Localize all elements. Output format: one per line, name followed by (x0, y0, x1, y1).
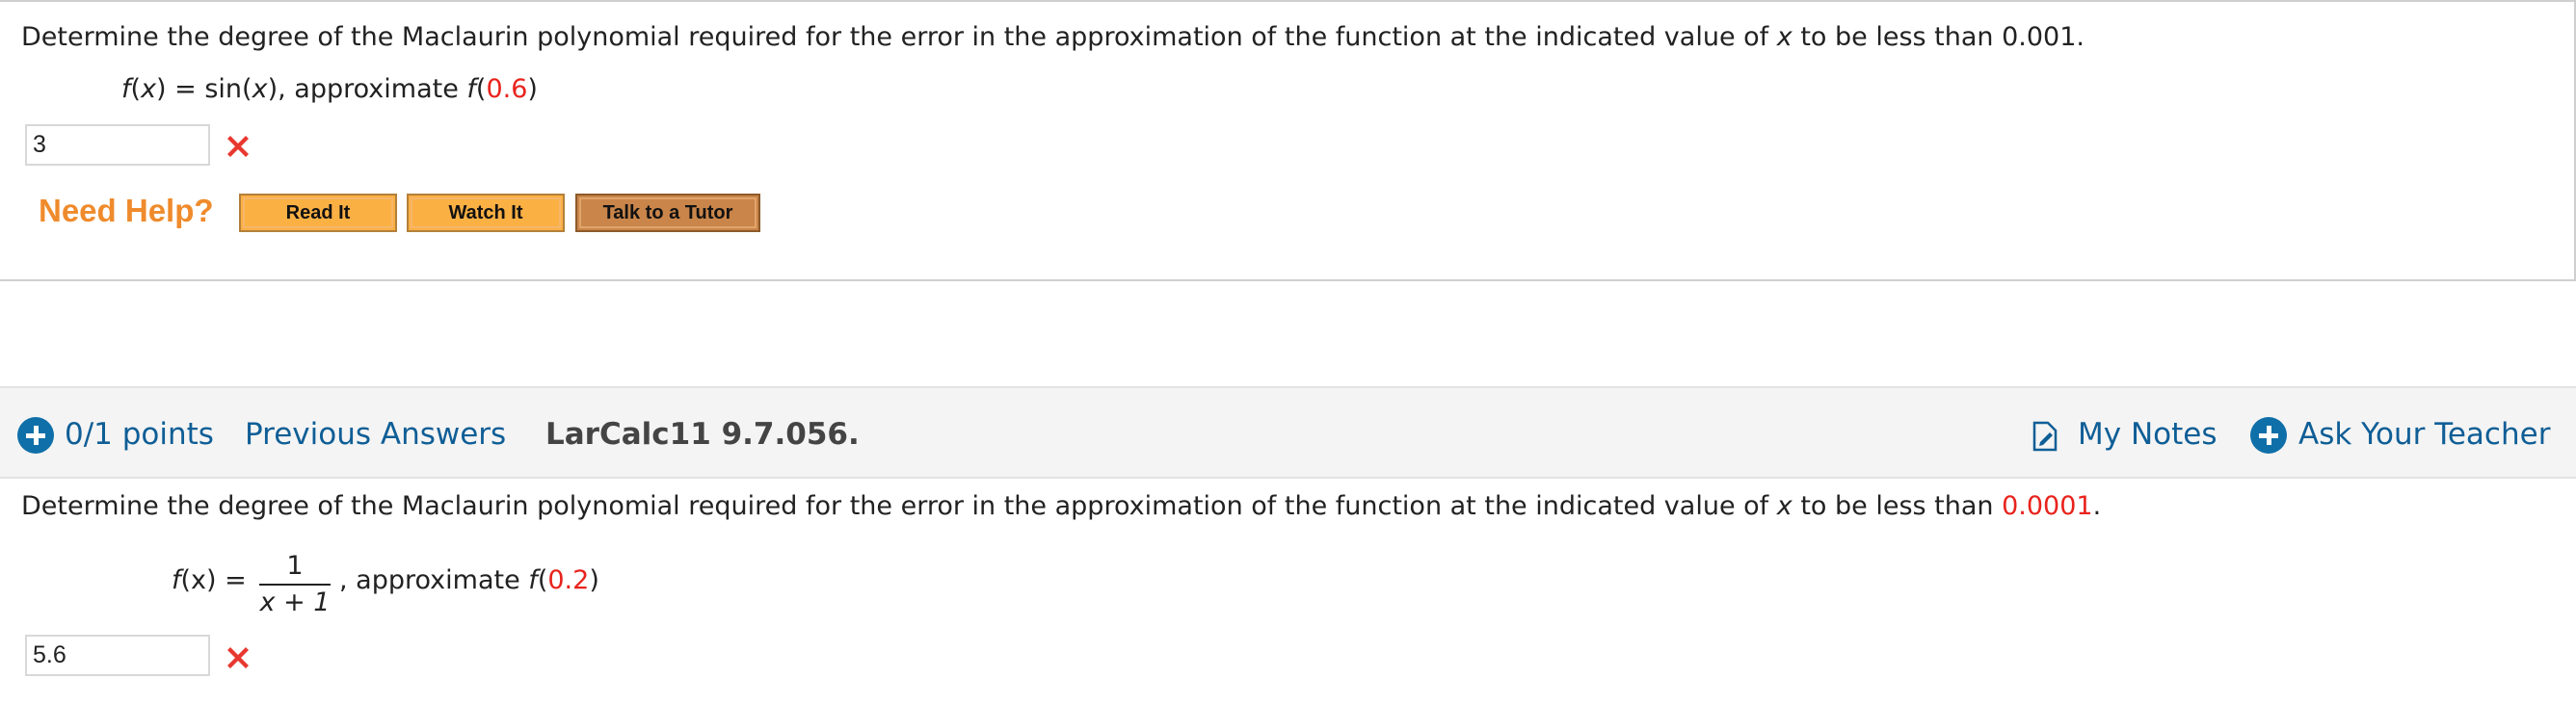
question-2-function-lhs: f(x) = (172, 564, 247, 597)
watch-it-button[interactable]: Watch It (407, 194, 565, 232)
fn-text: ) (527, 74, 538, 104)
page: Determine the degree of the Maclaurin po… (0, 0, 2576, 705)
question-1-card: Determine the degree of the Maclaurin po… (0, 0, 2576, 281)
prompt-text: Determine the degree of the Maclaurin po… (21, 491, 1777, 521)
approximation-point: 0.6 (486, 74, 528, 104)
fn-text: ( (537, 565, 548, 595)
fn-text: ) = sin( (156, 74, 252, 104)
fraction-denominator: x + 1 (259, 588, 331, 617)
function-fraction: 1 x + 1 (253, 551, 336, 618)
question-2-prompt: Determine the degree of the Maclaurin po… (21, 490, 2101, 523)
previous-answers-link[interactable]: Previous Answers (245, 415, 506, 454)
my-notes-link[interactable]: My Notes (2078, 415, 2217, 454)
fn-name: f (121, 74, 131, 104)
prompt-variable: x (1776, 22, 1793, 52)
assignment-id: LarCalc11 9.7.056. (545, 417, 860, 452)
fn-text: ), approximate (267, 74, 467, 104)
prompt-text-end: to be less than 0.001. (1792, 22, 2085, 52)
answer-input[interactable]: 3 (25, 124, 210, 166)
fn-text: , approximate (339, 565, 529, 595)
fn-variable: x (252, 74, 268, 104)
need-help-label: Need Help? (39, 193, 214, 228)
prompt-text: to be less than (1792, 491, 2003, 521)
prompt-variable: x (1776, 491, 1793, 521)
notes-icon[interactable] (2032, 421, 2058, 452)
fn-name: f (466, 74, 476, 104)
fn-text: ( (475, 74, 487, 104)
question-1-function: f(x) = sin(x), approximate f(0.6) (121, 73, 538, 106)
plus-circle-icon[interactable] (17, 417, 54, 454)
points-link[interactable]: 0/1 points (65, 415, 214, 454)
question-2-header: 0/1 points Previous Answers LarCalc11 9.… (0, 386, 2576, 479)
fn-text: (x) = (180, 565, 247, 595)
incorrect-x-icon (227, 136, 249, 157)
fn-text: ( (130, 74, 142, 104)
fn-name: f (528, 565, 538, 595)
prompt-text: Determine the degree of the Maclaurin po… (21, 22, 1777, 52)
error-threshold: 0.0001 (2002, 491, 2093, 521)
prompt-text-end: . (2092, 491, 2102, 521)
question-2-function-rhs: , approximate f(0.2) (339, 564, 599, 597)
fn-text: ) (589, 565, 599, 595)
incorrect-x-icon (227, 647, 249, 668)
fraction-bar (259, 584, 331, 586)
talk-to-tutor-button[interactable]: Talk to a Tutor (575, 194, 760, 232)
answer-input[interactable]: 5.6 (25, 635, 210, 676)
read-it-button[interactable]: Read It (239, 194, 397, 232)
fn-variable: x (141, 74, 157, 104)
ask-teacher-plus-icon[interactable] (2250, 417, 2287, 454)
question-1-prompt: Determine the degree of the Maclaurin po… (21, 21, 2085, 54)
fraction-numerator: 1 (286, 551, 304, 581)
ask-your-teacher-link[interactable]: Ask Your Teacher (2298, 415, 2550, 454)
fn-name: f (172, 565, 181, 595)
approximation-point: 0.2 (547, 565, 590, 595)
